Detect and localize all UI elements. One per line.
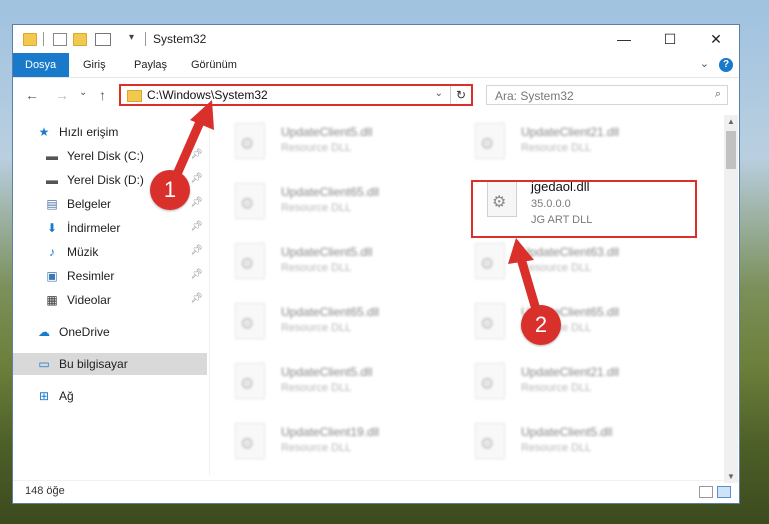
callout-arrows bbox=[173, 100, 540, 311]
step-callout-1: 1 bbox=[150, 170, 190, 210]
arrow-1 bbox=[173, 100, 214, 177]
arrow-2 bbox=[508, 238, 540, 311]
step-callout-2: 2 bbox=[521, 305, 561, 345]
